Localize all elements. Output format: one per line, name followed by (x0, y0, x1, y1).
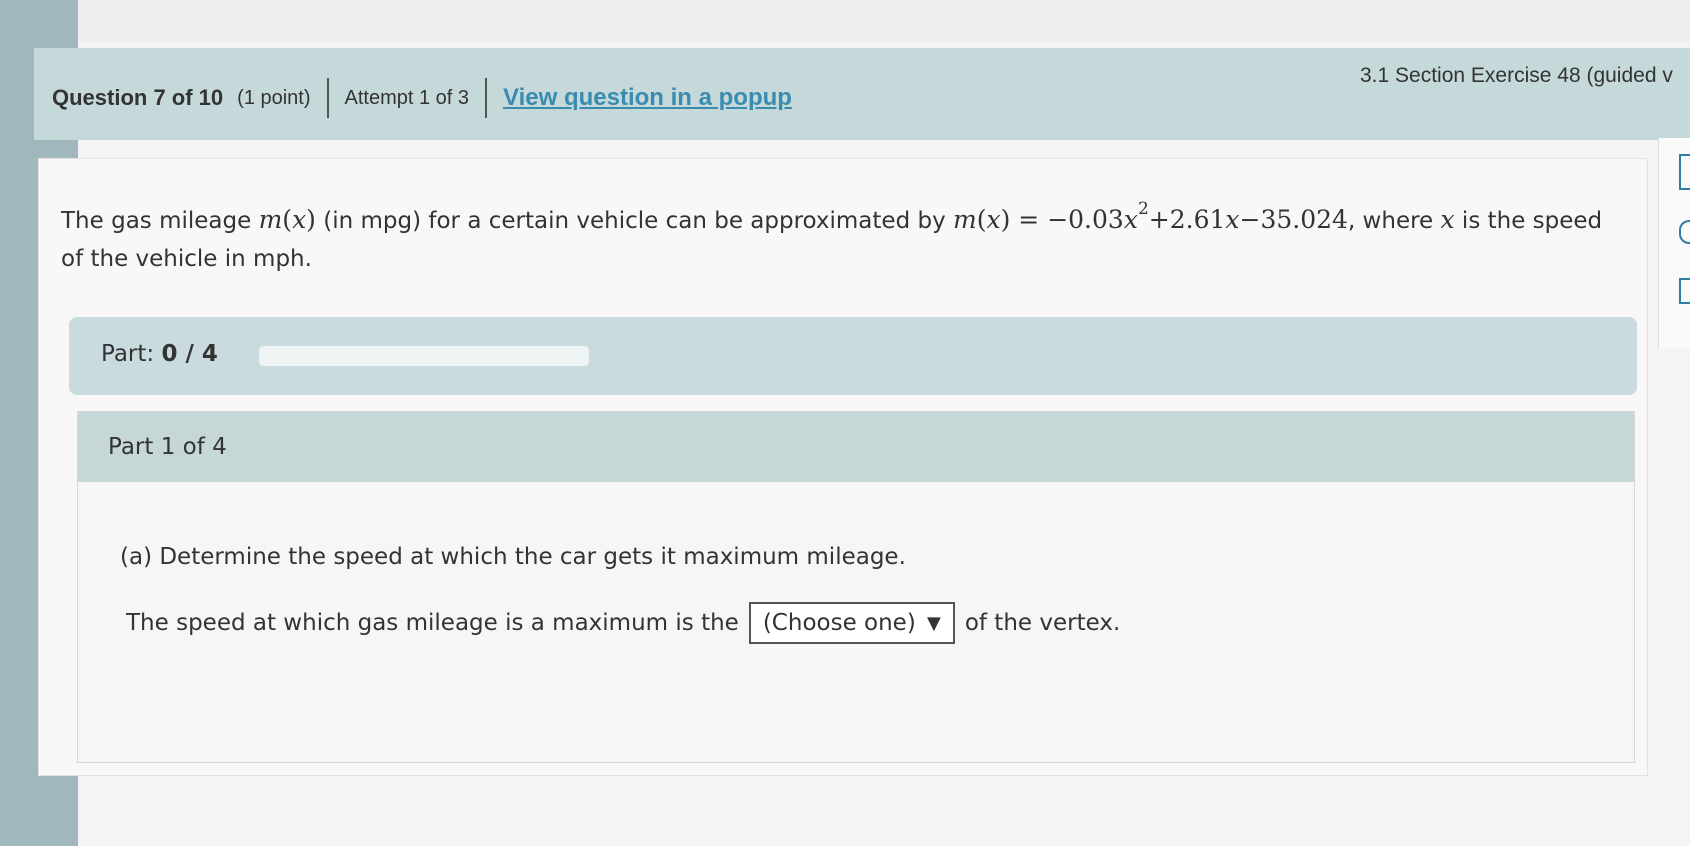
fn-notation: m(x) (259, 205, 316, 234)
header-divider (326, 78, 329, 118)
dropdown-arrow-icon: ▼ (926, 612, 941, 634)
term1-coef: −0.03 (1047, 205, 1124, 234)
answer-prefix: The speed at which gas mileage is a maxi… (126, 610, 739, 636)
part-panel: Part 1 of 4 (a) Determine the speed at w… (77, 411, 1635, 763)
term1-exp: 2 (1137, 199, 1149, 219)
header-divider (485, 78, 488, 118)
part-question: (a) Determine the speed at which the car… (120, 544, 906, 570)
part-progress-value: 0 / 4 (161, 341, 218, 367)
problem-statement: The gas mileage m(x) (in mpg) for a cert… (61, 201, 1631, 278)
part-progress-label: Part: 0 / 4 (101, 341, 218, 367)
fn-name: m (258, 205, 283, 234)
problem-text-mid: (in mpg) for a certain vehicle can be ap… (315, 208, 953, 234)
eq-fn: m (953, 205, 977, 234)
eq-var: x (986, 205, 1001, 234)
problem-text-where: , where (1347, 208, 1441, 234)
term2-var: x (1225, 205, 1240, 234)
question-card: The gas mileage m(x) (in mpg) for a cert… (38, 158, 1648, 776)
attempt-counter: Attempt 1 of 3 (344, 86, 470, 109)
question-points: (1 point) (237, 86, 311, 109)
section-title: 3.1 Section Exercise 48 (guided v (1360, 64, 1673, 87)
answer-suffix: of the vertex. (964, 610, 1121, 636)
where-var: x (1440, 205, 1455, 234)
curve-icon[interactable] (1679, 220, 1690, 244)
part-progress-bar: Part: 0 / 4 (69, 317, 1637, 395)
part-heading: Part 1 of 4 (108, 434, 227, 460)
fn-var: x (292, 205, 307, 234)
paren-open: ( (282, 205, 293, 234)
term3-const: −35.024 (1239, 205, 1348, 234)
question-header: Question 7 of 10 (1 point) Attempt 1 of … (34, 48, 1690, 140)
progress-track (259, 346, 589, 366)
side-toolbar (1658, 138, 1690, 348)
header-left: Question 7 of 10 (1 point) Attempt 1 of … (52, 78, 792, 118)
screen: Question 7 of 10 (1 point) Attempt 1 of … (0, 0, 1690, 846)
part-heading-bar: Part 1 of 4 (78, 412, 1634, 482)
equation: m(x) = −0.03x2+2.61x−35.024 (953, 201, 1348, 235)
question-number: Question 7 of 10 (52, 85, 224, 110)
top-band (0, 0, 1690, 42)
term2-coef: +2.61 (1148, 205, 1226, 234)
view-popup-link[interactable]: View question in a popup (503, 84, 792, 112)
term1-var: x (1123, 205, 1138, 234)
eq-sign: = (1010, 205, 1048, 234)
part-label-text: Part: (101, 341, 155, 367)
eq-paren-close: ) (1000, 205, 1011, 234)
bracket-icon[interactable] (1679, 154, 1690, 190)
dropdown-value: (Choose one) (762, 610, 916, 636)
answer-line: The speed at which gas mileage is a maxi… (126, 602, 1120, 644)
calculator-icon[interactable] (1679, 278, 1690, 304)
problem-text-start: The gas mileage (61, 208, 259, 234)
choose-one-dropdown[interactable]: (Choose one) ▼ (748, 602, 955, 644)
paren-close: ) (306, 205, 316, 234)
